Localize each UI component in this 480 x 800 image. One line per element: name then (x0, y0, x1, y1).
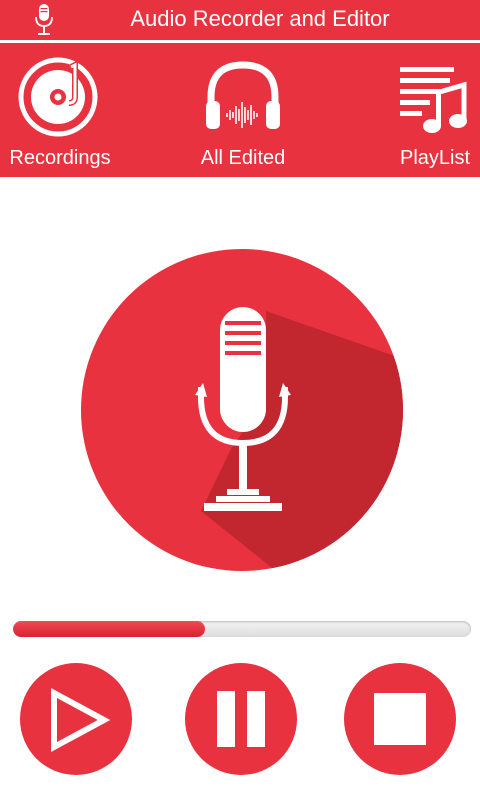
tab-playlist[interactable]: PlayList (390, 43, 480, 177)
title-bar: Audio Recorder and Editor (0, 0, 480, 40)
pause-icon (217, 691, 265, 747)
progress-fill (13, 621, 206, 637)
app-root: Audio Recorder and Editor Recordings All… (0, 0, 480, 800)
playlist-music-icon (400, 67, 467, 133)
tab-all-edited[interactable]: All Edited (184, 43, 302, 177)
tab-playlist-label: PlayList (399, 147, 471, 169)
stop-icon (374, 693, 426, 745)
stop-button[interactable] (344, 663, 456, 775)
record-button[interactable] (81, 249, 403, 571)
headphones-waveform-icon (206, 61, 280, 129)
play-icon (51, 687, 111, 753)
tab-recordings-label: Recordings (9, 147, 111, 169)
vinyl-disc-icon (18, 57, 98, 137)
tab-all-edited-label: All Edited (200, 147, 286, 169)
app-title: Audio Recorder and Editor (130, 6, 390, 31)
navigation-tabs: Recordings All Edited PlayList (0, 43, 480, 177)
tab-recordings[interactable]: Recordings (0, 43, 120, 177)
play-button[interactable] (20, 663, 132, 775)
pause-button[interactable] (185, 663, 297, 775)
recording-progress-bar[interactable] (13, 621, 471, 637)
